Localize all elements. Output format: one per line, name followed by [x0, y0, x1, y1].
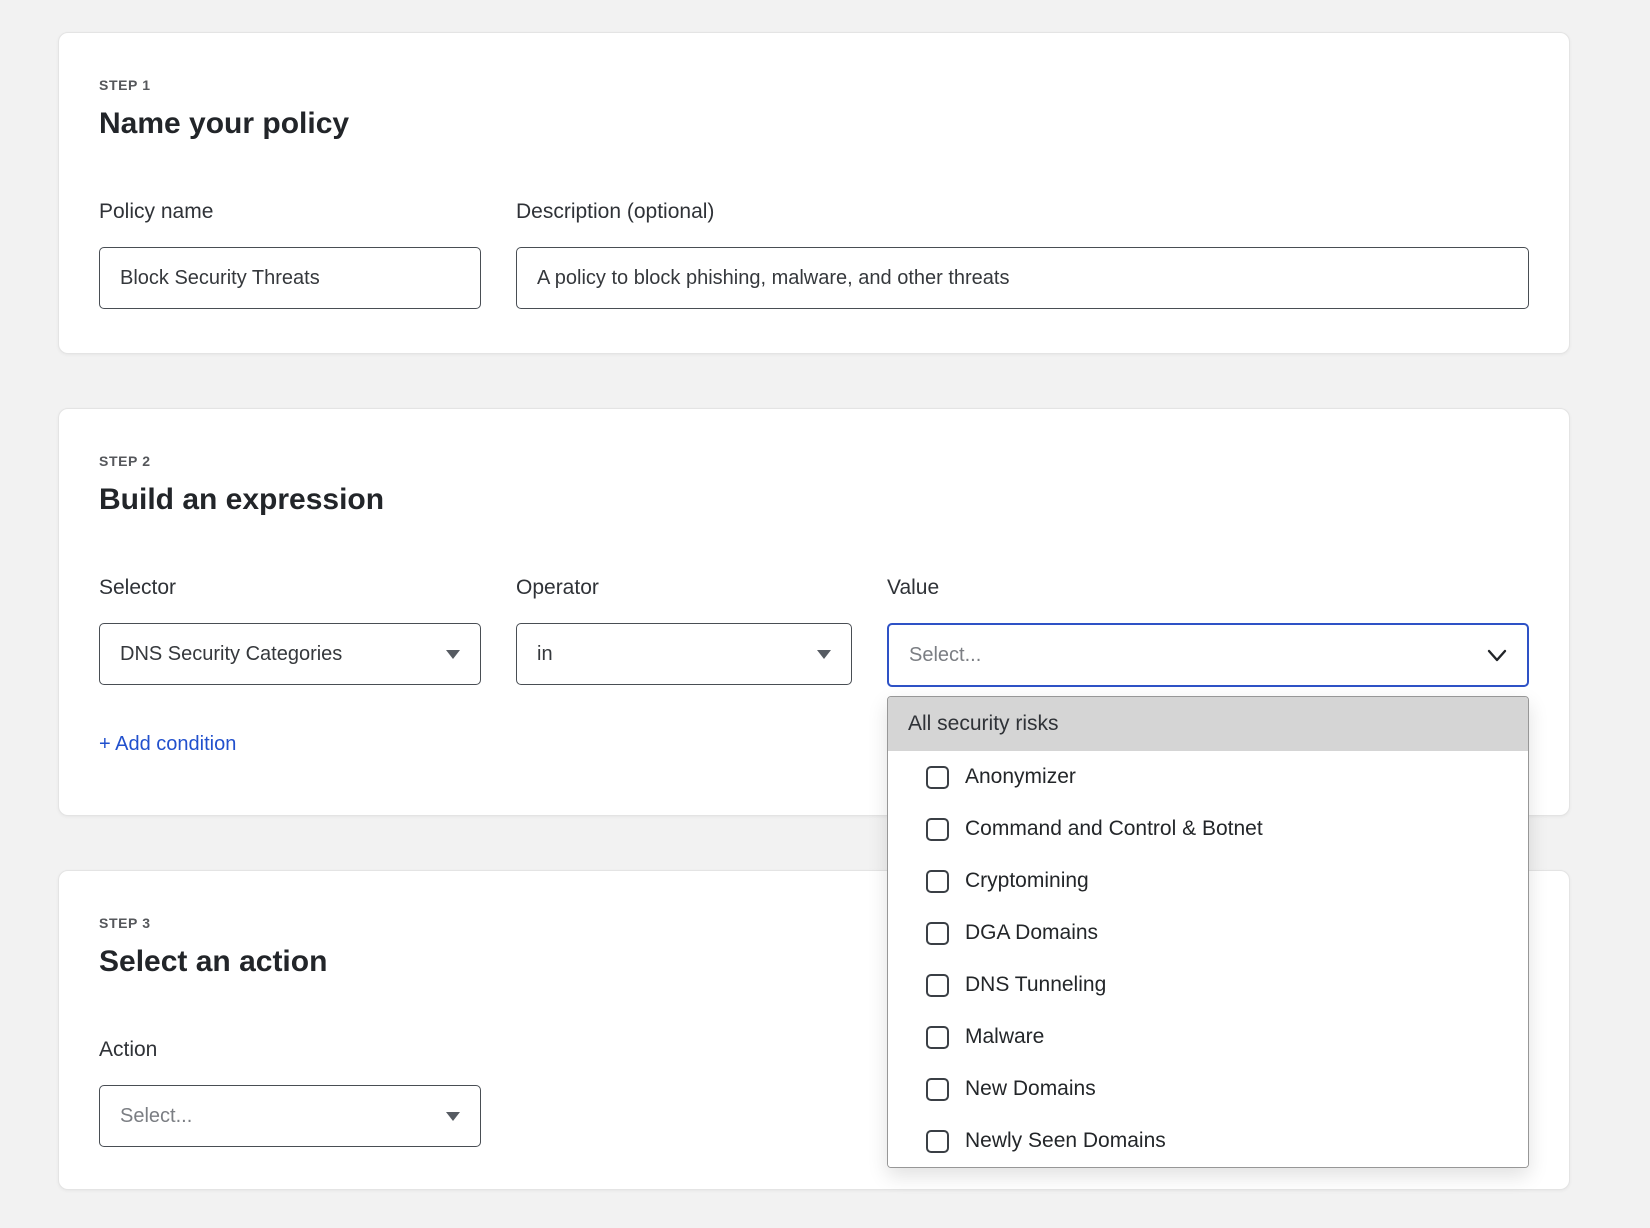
- checkbox-dns-tunneling[interactable]: [926, 974, 949, 997]
- operator-label: Operator: [516, 575, 852, 601]
- selector-label: Selector: [99, 575, 481, 601]
- step1-fields-row: Policy name Description (optional): [99, 199, 1529, 309]
- checkbox-cryptomining[interactable]: [926, 870, 949, 893]
- checkbox-new-domains[interactable]: [926, 1078, 949, 1101]
- checkbox-malware[interactable]: [926, 1026, 949, 1049]
- action-select-placeholder: Select...: [120, 1105, 192, 1128]
- value-select[interactable]: Select...: [887, 623, 1529, 687]
- option-label: DGA Domains: [965, 921, 1098, 945]
- option-label: Cryptomining: [965, 869, 1089, 893]
- selector-select-value: DNS Security Categories: [120, 643, 342, 666]
- selector-field: Selector DNS Security Categories: [99, 575, 481, 687]
- dropdown-option-new-domains[interactable]: New Domains: [888, 1063, 1528, 1115]
- dropdown-arrow-icon: [446, 1112, 460, 1121]
- step1-label: STEP 1: [99, 77, 1529, 93]
- policy-name-label: Policy name: [99, 199, 481, 225]
- option-label: Newly Seen Domains: [965, 1129, 1166, 1153]
- action-field: Action Select...: [99, 1037, 481, 1147]
- option-label: New Domains: [965, 1077, 1096, 1101]
- action-select[interactable]: Select...: [99, 1085, 481, 1147]
- option-label: Command and Control & Botnet: [965, 817, 1263, 841]
- dropdown-arrow-icon: [446, 650, 460, 659]
- description-label: Description (optional): [516, 199, 1529, 225]
- dropdown-arrow-icon: [817, 650, 831, 659]
- policy-name-field: Policy name: [99, 199, 481, 309]
- selector-select[interactable]: DNS Security Categories: [99, 623, 481, 685]
- option-label: DNS Tunneling: [965, 973, 1106, 997]
- operator-field: Operator in: [516, 575, 852, 687]
- description-field: Description (optional): [516, 199, 1529, 309]
- dropdown-option-cryptomining[interactable]: Cryptomining: [888, 855, 1528, 907]
- checkbox-command-and-control-botnet[interactable]: [926, 818, 949, 841]
- dropdown-option-newly-seen-domains[interactable]: Newly Seen Domains: [888, 1115, 1528, 1167]
- expression-row: Selector DNS Security Categories Operato…: [99, 575, 1529, 687]
- operator-select[interactable]: in: [516, 623, 852, 685]
- action-label: Action: [99, 1037, 481, 1063]
- add-condition-link[interactable]: + Add condition: [99, 733, 236, 756]
- dropdown-option-anonymizer[interactable]: Anonymizer: [888, 751, 1528, 803]
- value-label: Value: [887, 575, 1529, 601]
- value-dropdown-panel: All security risks Anonymizer Command an…: [887, 696, 1529, 1168]
- checkbox-newly-seen-domains[interactable]: [926, 1130, 949, 1153]
- option-label: Malware: [965, 1025, 1044, 1049]
- step2-card: STEP 2 Build an expression Selector DNS …: [58, 408, 1570, 816]
- value-select-placeholder: Select...: [909, 644, 981, 667]
- dropdown-option-dns-tunneling[interactable]: DNS Tunneling: [888, 959, 1528, 1011]
- dropdown-option-dga-domains[interactable]: DGA Domains: [888, 907, 1528, 959]
- step1-card: STEP 1 Name your policy Policy name Desc…: [58, 32, 1570, 354]
- checkbox-dga-domains[interactable]: [926, 922, 949, 945]
- step2-label: STEP 2: [99, 453, 1529, 469]
- checkbox-anonymizer[interactable]: [926, 766, 949, 789]
- description-input[interactable]: [516, 247, 1529, 309]
- dropdown-group-header[interactable]: All security risks: [888, 697, 1528, 751]
- option-label: Anonymizer: [965, 765, 1076, 789]
- step2-title: Build an expression: [99, 483, 1529, 517]
- dropdown-option-command-and-control-botnet[interactable]: Command and Control & Botnet: [888, 803, 1528, 855]
- chevron-down-icon: [1487, 649, 1507, 662]
- policy-name-input[interactable]: [99, 247, 481, 309]
- step1-title: Name your policy: [99, 107, 1529, 141]
- value-field: Value Select... All security risks Anony…: [887, 575, 1529, 687]
- dropdown-option-malware[interactable]: Malware: [888, 1011, 1528, 1063]
- operator-select-value: in: [537, 643, 553, 666]
